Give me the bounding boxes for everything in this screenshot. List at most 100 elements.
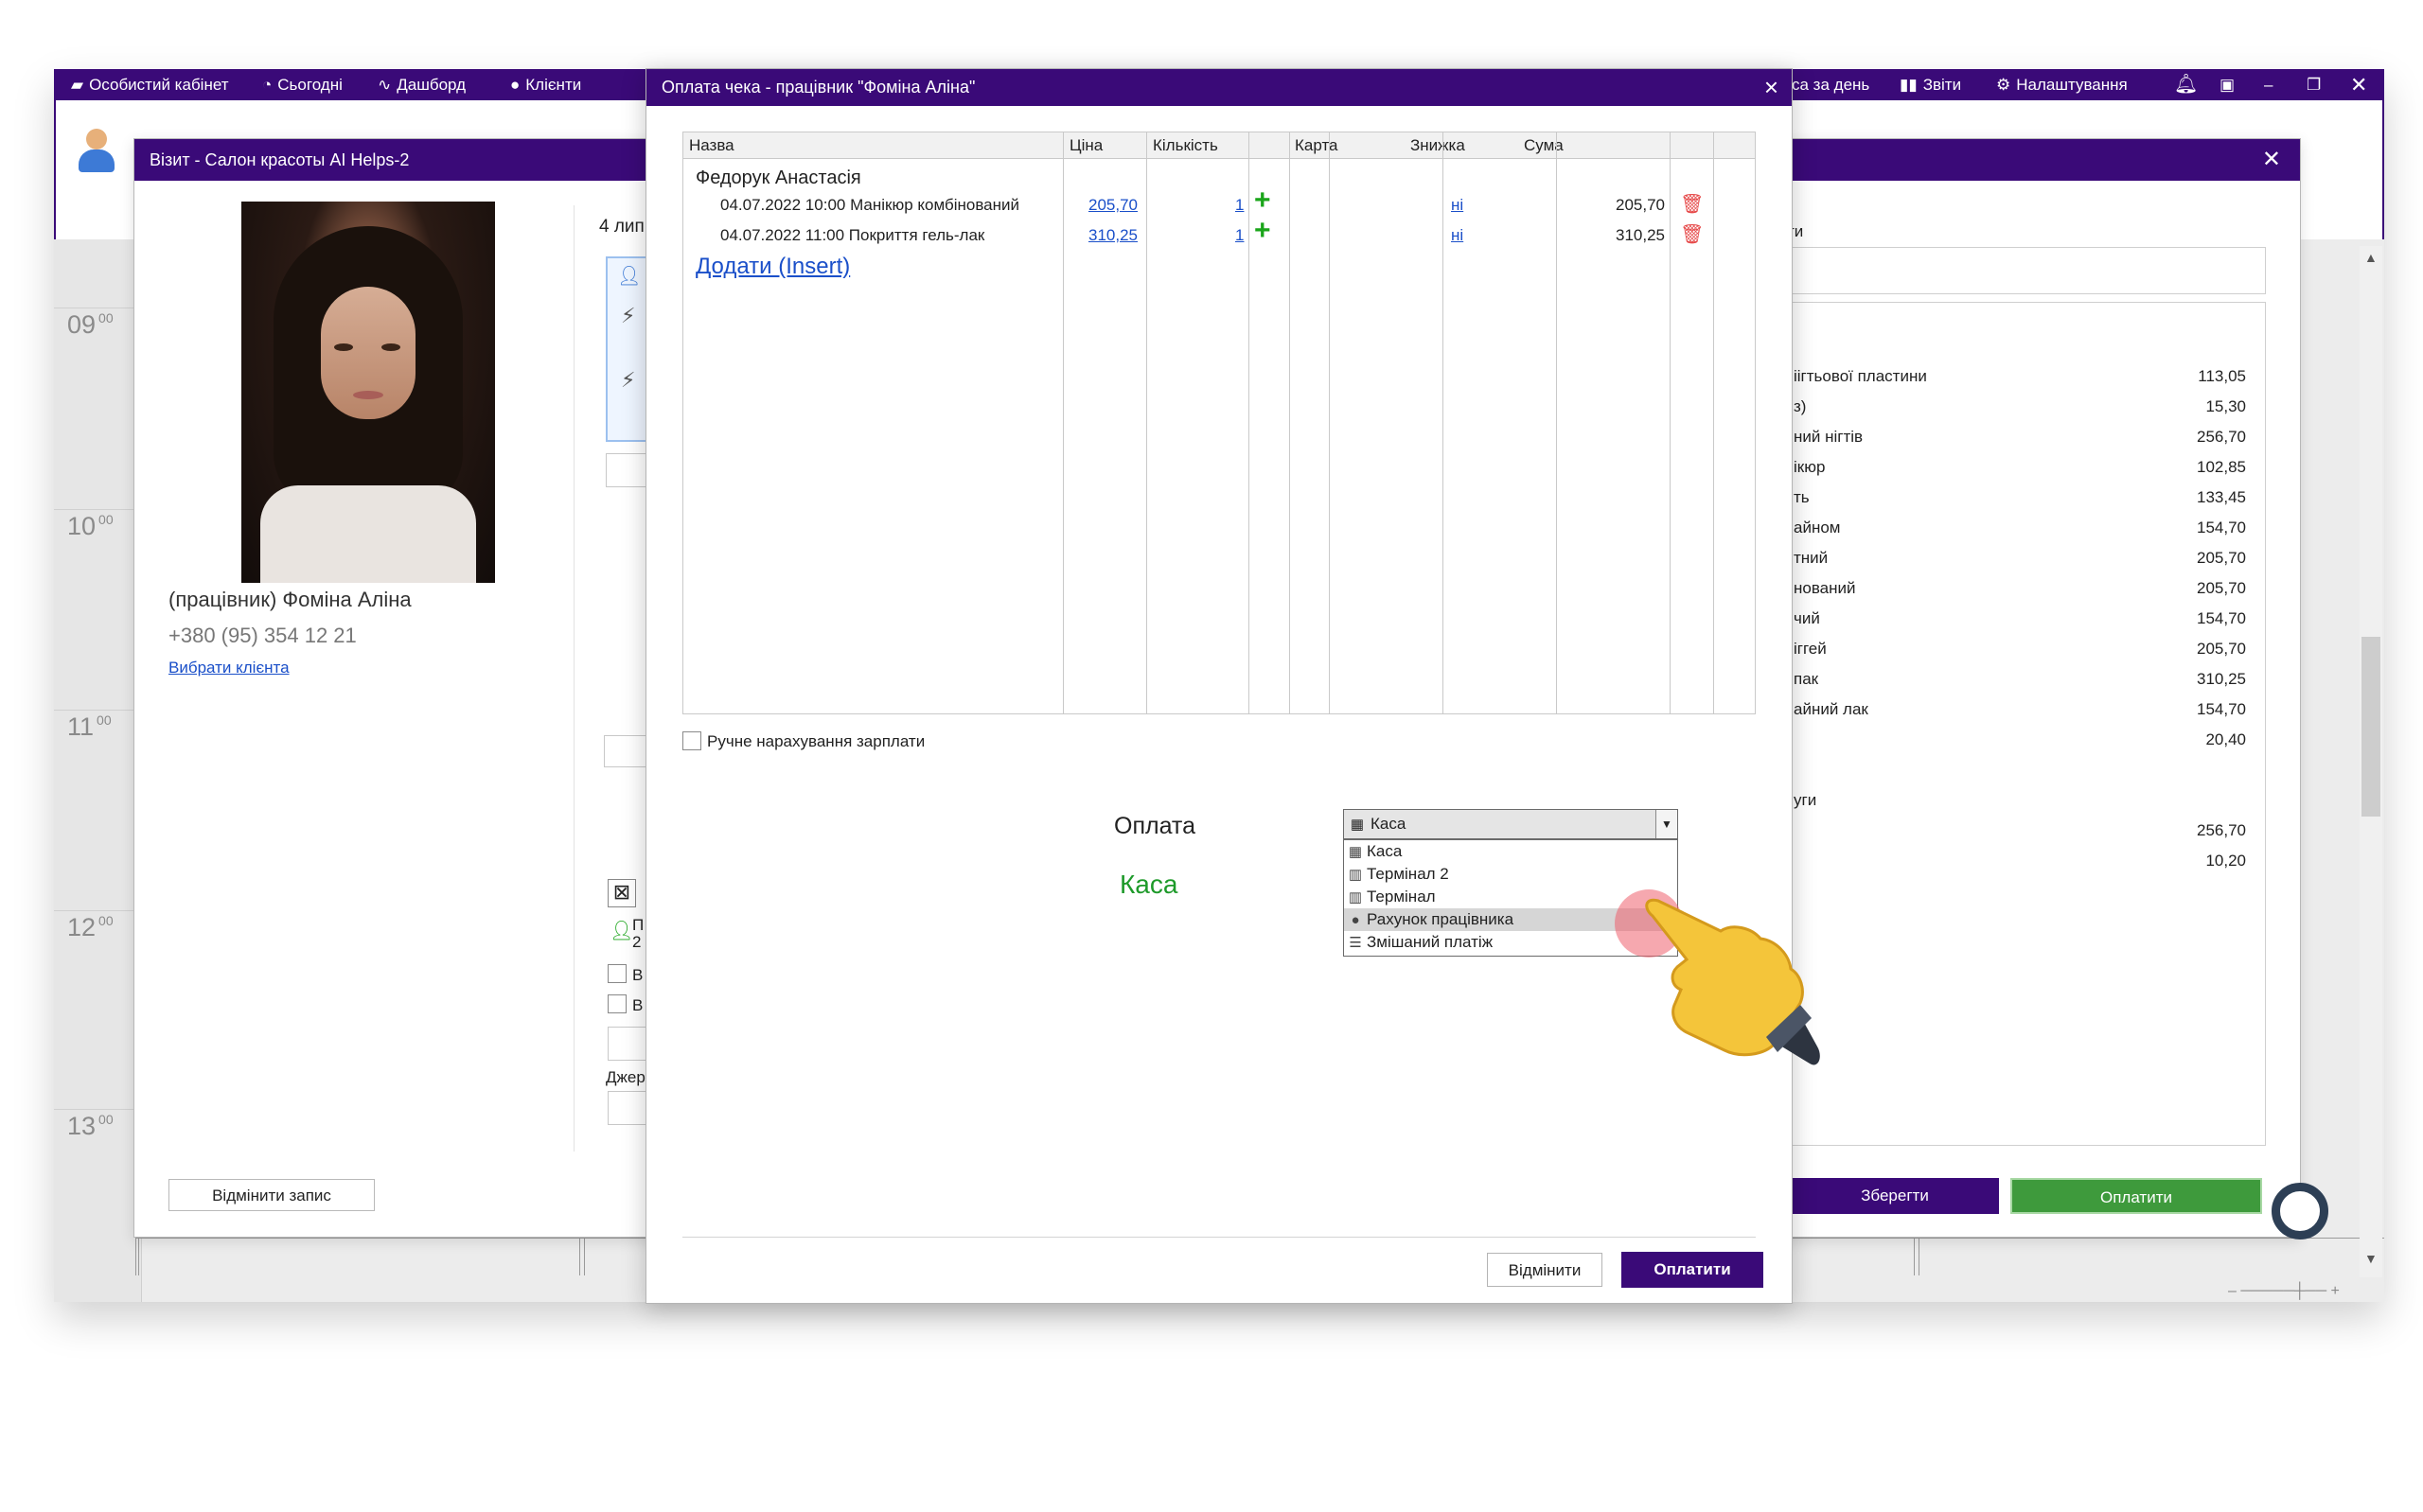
source-label: Джер xyxy=(606,1068,646,1086)
cancel-record-button[interactable]: Відмінити запис xyxy=(168,1179,375,1211)
service-row[interactable]: іігтьової пластини 113,05 xyxy=(1786,361,2267,392)
checkbox-1[interactable] xyxy=(608,964,627,983)
save-button[interactable]: Зберегти xyxy=(1791,1178,1999,1214)
worker-name: (працівник) Фоміна Аліна xyxy=(168,588,412,611)
time-field[interactable] xyxy=(606,453,649,487)
grid-header: Назва Ціна Кількість Карта Знижка Сума xyxy=(683,132,1755,159)
briefcase-icon: ▰ xyxy=(71,76,84,94)
menu-day-cash[interactable]: са за день xyxy=(1792,69,1869,100)
row-2-name: 04.07.2022 11:00 Покриття гель-лак xyxy=(720,226,985,244)
close-app-icon[interactable]: ✕ xyxy=(2350,69,2367,100)
col-sum[interactable]: Сума xyxy=(1518,132,1632,158)
row-1-discount-link[interactable]: ні xyxy=(1451,196,1463,215)
service-row[interactable]: з) 15,30 xyxy=(1786,392,2267,422)
pay-green-button[interactable]: Оплатити xyxy=(2010,1178,2262,1214)
user-avatar-icon xyxy=(77,129,115,172)
service-group-row[interactable]: уги xyxy=(1786,785,2267,816)
visit-close-icon[interactable]: ✕ xyxy=(2262,139,2281,181)
row-1-qty-link[interactable]: 1 xyxy=(1235,196,1244,215)
menu-personal-cabinet[interactable]: ▰ Особистий кабінет xyxy=(71,69,229,100)
row-2-discount-link[interactable]: ні xyxy=(1451,226,1463,245)
calculator-icon: ▦ xyxy=(1350,817,1365,833)
row-2-qty-link[interactable]: 1 xyxy=(1235,226,1244,245)
service-row[interactable]: чий 154,70 xyxy=(1786,604,2267,634)
payment-dialog-titlebar: Оплата чека - працівник "Фоміна Аліна" xyxy=(646,69,1792,106)
footer-separator xyxy=(682,1237,1756,1238)
print-button[interactable] xyxy=(604,735,647,767)
grid-divider xyxy=(135,1238,139,1275)
col-card[interactable]: Карта xyxy=(1289,132,1405,158)
service-row[interactable]: айном 154,70 xyxy=(1786,513,2267,543)
grid-divider xyxy=(579,1238,585,1275)
menu-settings[interactable]: ⚙ Налаштування xyxy=(1996,69,2128,100)
row-1-sum: 205,70 xyxy=(1616,196,1665,214)
lightning-icon: ⚡︎ xyxy=(621,368,636,392)
menu-today[interactable]: ◔ Сьогодні xyxy=(262,69,343,100)
bell-icon[interactable]: 🔔︎ xyxy=(2174,69,2198,100)
list-icon: ☰ xyxy=(1349,935,1362,951)
payment-label: Оплата xyxy=(1114,813,1195,839)
col-price[interactable]: Ціна xyxy=(1064,132,1147,158)
manual-salary-checkbox[interactable] xyxy=(682,731,701,750)
menu-reports[interactable]: ▮▮ Звіти xyxy=(1900,69,1961,100)
cancel-button[interactable]: Відмінити xyxy=(1487,1253,1602,1287)
service-row[interactable]: 20,40 xyxy=(1786,725,2267,755)
service-row[interactable]: айний лак 154,70 xyxy=(1786,694,2267,725)
row-2-plus-icon[interactable]: + xyxy=(1254,215,1271,247)
user-icon: ● xyxy=(510,76,521,94)
row-1-price-link[interactable]: 205,70 xyxy=(1088,196,1138,215)
envelope-icon[interactable]: ⊠ xyxy=(608,879,636,907)
checkbox-1-label: В xyxy=(632,966,644,984)
row-2-price-link[interactable]: 310,25 xyxy=(1088,226,1138,245)
checkbox-2[interactable] xyxy=(608,994,627,1013)
service-row[interactable]: ть 133,45 xyxy=(1786,483,2267,513)
hour-label: 12 00 xyxy=(67,913,114,941)
row-1-plus-icon[interactable]: + xyxy=(1254,185,1271,217)
service-row[interactable]: ний нігтів 256,70 xyxy=(1786,422,2267,452)
col-name[interactable]: Назва xyxy=(683,132,1064,158)
scroll-down-icon[interactable]: ▼ xyxy=(2364,1251,2378,1266)
person-green-icon: 👤︎ xyxy=(610,921,634,941)
time-column: 09 00 10 00 11 00 12 00 13 00 xyxy=(54,239,142,1302)
service-row[interactable]: ікюр 102,85 xyxy=(1786,452,2267,483)
choose-client-link[interactable]: Вибрати клієнта xyxy=(168,659,290,677)
service-row[interactable]: іггей 205,70 xyxy=(1786,634,2267,664)
add-item-link[interactable]: Додати (Insert) xyxy=(696,254,850,280)
service-row[interactable]: нований 205,70 xyxy=(1786,573,2267,604)
payment-method-select[interactable]: ▦ Каса ▼ xyxy=(1343,809,1678,839)
option-cash[interactable]: ▦ Каса xyxy=(1344,840,1677,863)
appointment-card[interactable]: 👤︎ ⚡︎ ⚡︎ xyxy=(606,256,649,442)
service-row[interactable]: 256,70 xyxy=(1786,816,2267,846)
zoom-slider[interactable]: – ─────┼── + xyxy=(2228,1283,2361,1299)
service-row[interactable]: пак 310,25 xyxy=(1786,664,2267,694)
terminal-icon: ▥ xyxy=(1348,867,1363,883)
col-qty[interactable]: Кількість xyxy=(1147,132,1249,158)
clipboard-icon[interactable]: ▣ xyxy=(2220,69,2235,100)
restore-icon[interactable]: ❐ xyxy=(2307,69,2321,100)
service-row[interactable]: 10,20 xyxy=(1786,846,2267,876)
services-list: іігтьової пластини 113,05 з) 15,30 ний ніг… xyxy=(1785,302,2266,1146)
lightning-icon: ⚡︎ xyxy=(621,304,636,327)
chat-support-icon[interactable] xyxy=(2272,1183,2328,1239)
pay-button[interactable]: Оплатити xyxy=(1621,1252,1763,1288)
service-row[interactable]: тний 205,70 xyxy=(1786,543,2267,573)
hour-label: 13 00 xyxy=(67,1112,114,1140)
column-divider xyxy=(574,205,575,1152)
worker-photo xyxy=(241,202,495,583)
scroll-up-icon[interactable]: ▲ xyxy=(2364,250,2378,265)
gear-icon: ⚙ xyxy=(1996,76,2011,94)
chevron-down-icon[interactable]: ▼ xyxy=(1655,810,1677,838)
payment-close-icon[interactable]: × xyxy=(1764,69,1778,106)
col-discount[interactable]: Знижка xyxy=(1405,132,1518,158)
receipt-grid: Назва Ціна Кількість Карта Знижка Сума xyxy=(682,132,1756,714)
option-terminal-2[interactable]: ▥ Термінал 2 xyxy=(1344,863,1677,886)
services-search[interactable] xyxy=(1785,247,2266,294)
row-2-trash-icon[interactable]: 🗑︎ xyxy=(1680,222,1704,246)
scroll-thumb[interactable] xyxy=(2361,637,2380,817)
menu-clients[interactable]: ● Клієнти xyxy=(510,69,581,100)
minimize-icon[interactable]: – xyxy=(2264,69,2273,100)
row-1-trash-icon[interactable]: 🗑︎ xyxy=(1680,192,1704,216)
calendar-scrollbar[interactable]: ▲ ▼ xyxy=(2360,246,2382,1277)
menu-dashboard[interactable]: ∿ Дашборд xyxy=(378,69,466,100)
person-icon: ● xyxy=(1351,912,1360,928)
